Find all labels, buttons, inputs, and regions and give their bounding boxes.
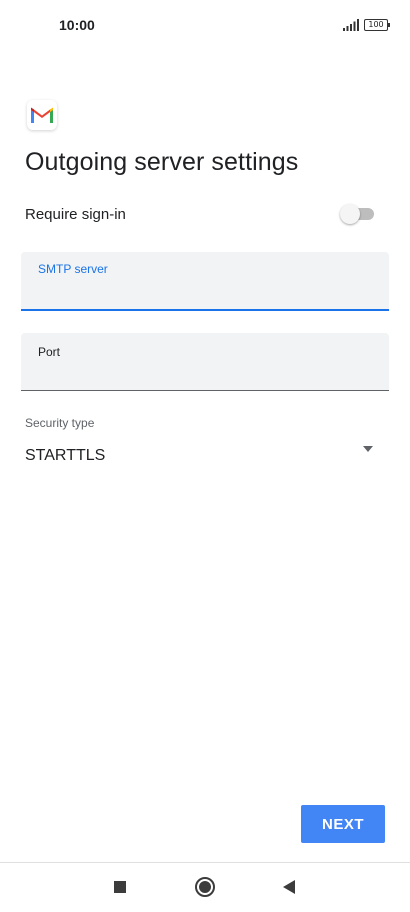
recents-icon[interactable] xyxy=(108,875,132,899)
gmail-logo xyxy=(27,100,57,130)
smtp-server-input[interactable] xyxy=(38,280,368,304)
require-signin-toggle[interactable] xyxy=(340,204,374,224)
battery-icon: 100 xyxy=(364,19,390,31)
battery-level: 100 xyxy=(368,20,384,29)
smtp-server-label: SMTP server xyxy=(38,262,108,276)
status-time: 10:00 xyxy=(59,17,95,33)
require-signin-label: Require sign-in xyxy=(25,206,126,223)
dropdown-arrow-icon xyxy=(363,446,373,452)
home-icon[interactable] xyxy=(193,875,217,899)
next-button[interactable]: NEXT xyxy=(301,805,385,843)
security-type-label: Security type xyxy=(25,416,95,430)
security-type-dropdown[interactable]: STARTTLS xyxy=(21,440,389,472)
signal-icon xyxy=(343,19,359,31)
navigation-bar xyxy=(0,862,410,912)
security-type-value: STARTTLS xyxy=(25,447,106,464)
back-icon[interactable] xyxy=(277,875,301,899)
page-title: Outgoing server settings xyxy=(25,148,299,176)
port-field[interactable]: Port xyxy=(21,333,389,391)
port-label: Port xyxy=(38,345,61,359)
toggle-thumb xyxy=(340,204,360,224)
port-input[interactable] xyxy=(38,361,368,385)
smtp-server-field[interactable]: SMTP server xyxy=(21,252,389,311)
status-bar: 10:00 100 xyxy=(0,0,410,50)
gmail-icon xyxy=(31,107,53,123)
